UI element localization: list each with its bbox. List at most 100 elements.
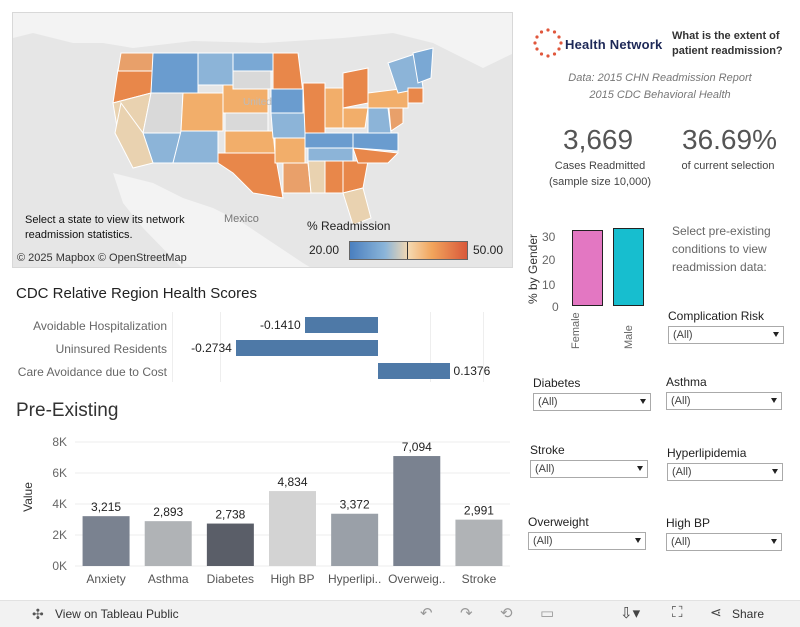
svg-text:United: United — [243, 97, 272, 108]
percent-value: 36.69% — [682, 124, 777, 155]
filter-label-asthma: Asthma — [666, 375, 707, 389]
bar-value-label: 3,372 — [340, 498, 370, 512]
gender-xlabel: Female — [570, 312, 582, 349]
cases-readmitted-label: Cases Readmitted (sample size 10,000) — [540, 158, 660, 190]
select-value: (All) — [672, 466, 692, 478]
gender-bar[interactable] — [572, 230, 603, 306]
gender-tick: 0 — [552, 300, 559, 314]
region-chart[interactable]: Avoidable Hospitalization Uninsured Resi… — [0, 310, 520, 385]
legend-marker — [407, 242, 408, 259]
filter-label-complication: Complication Risk — [668, 309, 765, 323]
y-tick-label: 6K — [52, 466, 67, 480]
us-readmission-map[interactable]: United Select a state to view its networ… — [12, 12, 513, 268]
high-bp-select[interactable]: (All) — [666, 533, 782, 551]
tableau-toolbar: ✣ View on Tableau Public ↶ ↷ ⟲ ▭ ⇩▾ ⛶ ⋖ … — [0, 600, 800, 627]
redo-icon[interactable]: ↷ — [460, 604, 473, 622]
filter-label-overweight: Overweight — [528, 515, 589, 529]
bar-value-label: 2,991 — [464, 504, 494, 518]
x-tick-label: High BP — [270, 572, 314, 586]
share-icon[interactable]: ⋖ — [710, 604, 722, 621]
bar-overweig[interactable] — [393, 456, 441, 566]
gender-tick: 20 — [542, 253, 556, 267]
x-tick-label: Overweig.. — [388, 572, 445, 586]
bar-hyperlipi[interactable] — [331, 513, 379, 566]
bar-value-label: 7,094 — [402, 440, 432, 454]
select-value: (All) — [535, 463, 555, 475]
fullscreen-icon[interactable]: ⛶ — [672, 604, 683, 621]
pause-icon[interactable]: ▭ — [540, 604, 554, 622]
chevron-down-icon — [771, 398, 777, 403]
preexisting-title: Pre-Existing — [16, 400, 119, 421]
gender-xlabel: Male — [623, 325, 635, 349]
data-source: Data: 2015 CHN Readmission Report 2015 C… — [540, 70, 780, 104]
chevron-down-icon — [772, 469, 778, 474]
chevron-down-icon — [773, 332, 779, 337]
legend-gradient — [349, 241, 468, 260]
diabetes-select[interactable]: (All) — [533, 393, 651, 411]
filter-label-hyperlipidemia: Hyperlipidemia — [667, 446, 747, 460]
stroke-select[interactable]: (All) — [530, 460, 648, 478]
gender-bar[interactable] — [613, 228, 644, 306]
region-bar[interactable] — [235, 340, 378, 356]
logo-text: Health Network — [565, 37, 663, 52]
y-tick-label: 2K — [52, 528, 67, 542]
select-value: (All) — [671, 395, 691, 407]
region-value-label: -0.2734 — [191, 341, 232, 355]
bar-value-label: 2,893 — [153, 505, 183, 519]
region-label: Uninsured Residents — [55, 342, 167, 356]
complication-risk-select[interactable]: (All) — [668, 326, 784, 344]
overweight-select[interactable]: (All) — [528, 532, 646, 550]
filter-instruction: Select pre-existing conditions to view r… — [672, 224, 771, 274]
share-button[interactable]: Share — [732, 607, 764, 621]
gender-chart[interactable]: % by Gender 30 20 10 0 Female Male — [520, 212, 670, 352]
region-value-label: 0.1376 — [453, 364, 491, 378]
preexisting-chart[interactable]: Value 8K 6K 4K 2K 0K 3,215 Anxiety 2,893 Asthma 2… — [0, 430, 520, 600]
chevron-down-icon — [771, 539, 777, 544]
select-value: (All) — [533, 535, 553, 547]
region-chart-title: CDC Relative Region Health Scores — [16, 285, 257, 302]
x-tick-label: Anxiety — [86, 572, 125, 586]
region-label: Care Avoidance due to Cost — [17, 365, 167, 379]
x-tick-label: Diabetes — [207, 572, 254, 586]
cases-sample: (sample size 10,000) — [548, 176, 652, 188]
select-value: (All) — [538, 396, 558, 408]
revert-icon[interactable]: ⟲ — [500, 604, 513, 622]
select-value: (All) — [673, 329, 693, 341]
source-line-2: 2015 CDC Behavioral Health — [589, 89, 731, 101]
undo-icon[interactable]: ↶ — [420, 604, 433, 622]
bar-value-label: 4,834 — [277, 475, 307, 489]
bar-value-label: 2,738 — [215, 508, 245, 522]
tableau-logo-icon: ✣ — [32, 606, 44, 622]
hyperlipidemia-select[interactable]: (All) — [667, 463, 783, 481]
bar-diabetes[interactable] — [206, 523, 254, 566]
bar-anxiety[interactable] — [82, 516, 130, 566]
asthma-select[interactable]: (All) — [666, 392, 782, 410]
chevron-down-icon — [635, 538, 641, 543]
bar-highbp[interactable] — [269, 491, 316, 566]
view-on-tableau-link[interactable]: View on Tableau Public — [55, 607, 179, 621]
filter-label-diabetes: Diabetes — [533, 376, 581, 390]
preexisting-bars-canvas[interactable]: 8K 6K 4K 2K 0K 3,215 Anxiety 2,893 Asthma 2,738 Di… — [0, 430, 520, 600]
filter-label-highbp: High BP — [666, 516, 711, 530]
gender-tick: 10 — [542, 278, 556, 292]
bar-asthma[interactable] — [144, 521, 192, 566]
bar-stroke[interactable] — [455, 519, 503, 566]
region-bar[interactable] — [304, 317, 378, 333]
legend-max: 50.00 — [473, 243, 504, 257]
download-icon[interactable]: ⇩▾ — [620, 604, 640, 622]
map-credit[interactable]: © 2025 Mapbox © OpenStreetMap — [17, 252, 187, 264]
x-tick-label: Stroke — [462, 572, 497, 586]
source-line-1: Data: 2015 CHN Readmission Report — [568, 72, 752, 84]
percent-label: of current selection — [681, 160, 775, 172]
y-tick-label: 4K — [52, 497, 67, 511]
dashboard: { "map": { "instruction": "Select a stat… — [0, 0, 800, 627]
gender-ylabel: % by Gender — [526, 233, 540, 305]
region-bar[interactable] — [378, 363, 450, 379]
legend-min: 20.00 — [309, 243, 340, 257]
map-instruction: Select a state to view its network readm… — [25, 214, 185, 241]
bar-value-label: 3,215 — [91, 500, 121, 514]
chevron-down-icon — [637, 466, 643, 471]
x-tick-label: Asthma — [148, 572, 189, 586]
region-value-label: -0.1410 — [259, 318, 301, 332]
region-label: Avoidable Hospitalization — [33, 319, 167, 333]
